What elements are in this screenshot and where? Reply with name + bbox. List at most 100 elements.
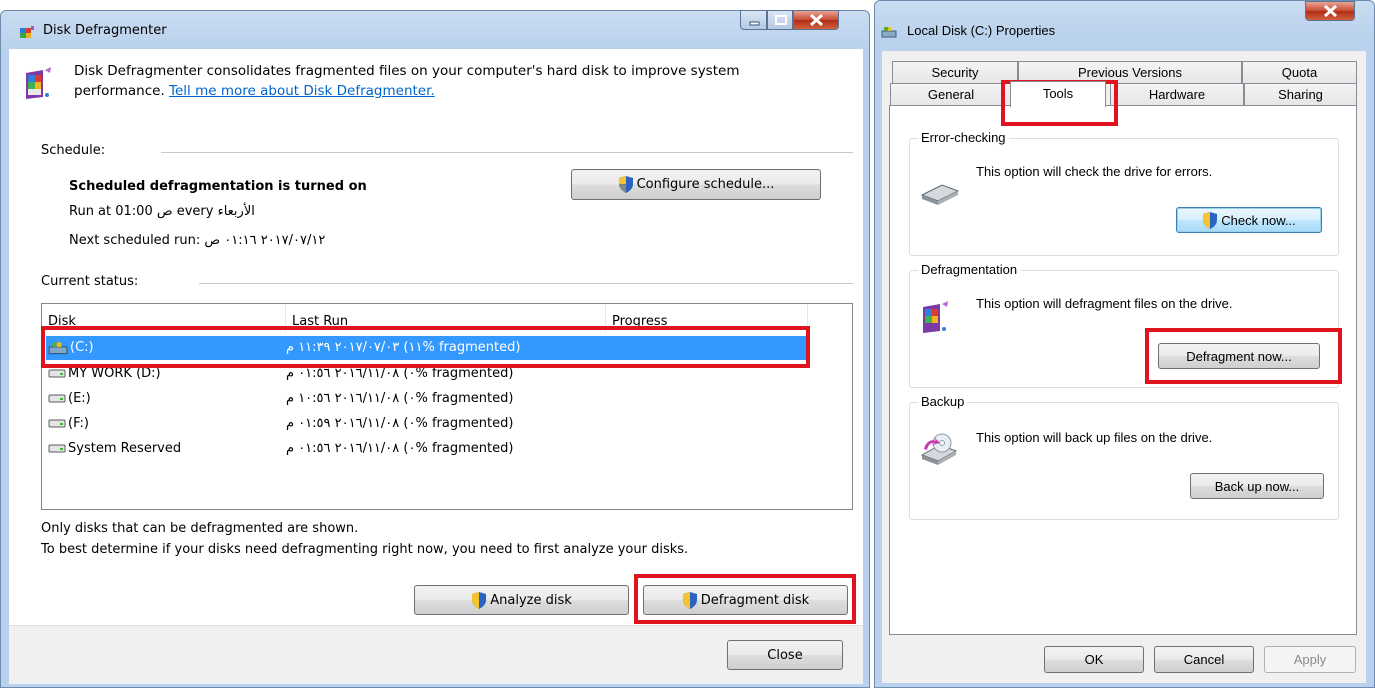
shield-icon	[1203, 211, 1218, 229]
defrag-title: Disk Defragmenter	[43, 23, 167, 38]
defragmentation-group: Defragmentation This option will defragm…	[909, 262, 1339, 388]
disk-row-d[interactable]: MY WORK (D:) ٢٠١٦/١١/٠٨ ٠١:٥٦ م (٠% frag…	[46, 362, 812, 386]
disk-name-cell: (C:)	[48, 340, 94, 355]
drive-icon	[48, 394, 66, 403]
schedule-divider	[161, 152, 853, 153]
defragmentation-title: Defragmentation	[918, 262, 1021, 277]
properties-close-button[interactable]	[1305, 1, 1355, 21]
defragment-disk-button[interactable]: Defragment disk	[643, 585, 848, 615]
disk-name-cell: System Reserved	[48, 441, 181, 456]
disk-name: (C:)	[70, 340, 94, 355]
run-at-text: Run at 01:00 ص every الأربعاء	[69, 204, 255, 219]
current-status-label: Current status:	[41, 274, 139, 289]
defrag-large-icon	[26, 67, 51, 99]
disk-last-run: ٢٠١٦/١١/٠٨ ٠١:٥٩ م (٠% fragmented)	[286, 416, 514, 431]
intro-text: Disk Defragmenter consolidates fragmente…	[74, 63, 740, 79]
ok-label: OK	[1084, 652, 1104, 667]
error-checking-title: Error-checking	[918, 130, 1009, 145]
close-button[interactable]: Close	[727, 640, 843, 670]
defragment-now-button[interactable]: Defragment now...	[1158, 343, 1320, 369]
disk-name: (E:)	[68, 391, 91, 406]
properties-window: Local Disk (C:) Properties Security Prev…	[874, 0, 1375, 688]
drive-icon	[881, 27, 897, 38]
disk-list[interactable]: Disk Last Run Progress (C:) ٢٠١٧/٠٧/٠٣ ١…	[41, 303, 853, 510]
tab-tools[interactable]: Tools	[1010, 81, 1106, 107]
tools-tab-page: Error-checking This option will check th…	[889, 105, 1357, 635]
properties-title: Local Disk (C:) Properties	[907, 23, 1056, 38]
drive-icon	[48, 369, 66, 378]
disk-row-f[interactable]: (F:) ٢٠١٦/١١/٠٨ ٠١:٥٩ م (٠% fragmented)	[46, 412, 812, 436]
properties-titlebar[interactable]: Local Disk (C:) Properties	[875, 1, 1374, 39]
ok-button[interactable]: OK	[1044, 646, 1144, 673]
column-disk[interactable]: Disk	[42, 304, 286, 332]
tab-quota[interactable]: Quota	[1242, 61, 1357, 83]
back-up-now-label: Back up now...	[1214, 478, 1300, 494]
configure-schedule-label: Configure schedule...	[636, 177, 775, 192]
defrag-app-icon	[20, 26, 34, 38]
cancel-button[interactable]: Cancel	[1154, 646, 1254, 673]
tab-general[interactable]: General	[890, 83, 1012, 105]
configure-schedule-button[interactable]: Configure schedule...	[571, 169, 821, 200]
tab-hardware[interactable]: Hardware	[1110, 83, 1244, 105]
schedule-status: Scheduled defragmentation is turned on	[69, 179, 367, 194]
analyze-disk-button[interactable]: Analyze disk	[414, 585, 629, 615]
disk-row-c[interactable]: (C:) ٢٠١٧/٠٧/٠٣ ١١:٣٩ م (١١% fragmented)	[46, 336, 809, 360]
maximize-icon	[775, 15, 787, 25]
minimize-button[interactable]	[740, 10, 767, 30]
disk-last-run: ٢٠١٧/٠٧/٠٣ ١١:٣٩ م (١١% fragmented)	[286, 340, 521, 355]
drive-icon	[48, 419, 66, 428]
disk-name-cell: (F:)	[48, 416, 89, 431]
close-window-button[interactable]	[793, 10, 839, 30]
tab-previous-versions[interactable]: Previous Versions	[1018, 61, 1242, 83]
note-defragmentable-disks: Only disks that can be defragmented are …	[41, 521, 359, 536]
error-checking-group: Error-checking This option will check th…	[909, 130, 1339, 256]
close-icon	[1323, 4, 1338, 18]
analyze-disk-label: Analyze disk	[490, 592, 572, 608]
cancel-label: Cancel	[1183, 652, 1225, 667]
minimize-icon	[749, 21, 760, 26]
back-up-now-button[interactable]: Back up now...	[1190, 473, 1324, 499]
apply-label: Apply	[1293, 652, 1327, 667]
column-progress[interactable]: Progress	[606, 304, 808, 332]
learn-more-link[interactable]: Tell me more about Disk Defragmenter.	[169, 83, 435, 99]
disk-name-cell: MY WORK (D:)	[48, 366, 161, 381]
tab-security[interactable]: Security	[892, 61, 1018, 83]
backup-text: This option will back up files on the dr…	[976, 430, 1213, 445]
defragment-disk-label: Defragment disk	[700, 592, 810, 608]
drive-icon	[48, 444, 66, 453]
backup-title: Backup	[918, 394, 968, 409]
tab-sharing[interactable]: Sharing	[1244, 83, 1357, 105]
check-now-label: Check now...	[1221, 212, 1296, 228]
schedule-label: Schedule:	[41, 143, 106, 158]
defrag-window: Disk Defragmenter Disk Defragmenter cons…	[0, 10, 870, 688]
defragment-now-label: Defragment now...	[1186, 348, 1292, 364]
disk-name: (F:)	[68, 416, 89, 431]
properties-client-area: Security Previous Versions Quota General…	[882, 51, 1366, 683]
check-now-button[interactable]: Check now...	[1176, 207, 1322, 233]
disk-row-e[interactable]: (E:) ٢٠١٦/١١/٠٨ ١٠:٥٦ م (٠% fragmented)	[46, 387, 812, 411]
shield-icon	[472, 591, 487, 609]
shield-icon	[682, 591, 697, 609]
disk-last-run: ٢٠١٦/١١/٠٨ ١٠:٥٦ م (٠% fragmented)	[286, 391, 514, 406]
disk-last-run: ٢٠١٦/١١/٠٨ ٠١:٥٦ م (٠% fragmented)	[286, 441, 514, 456]
disk-last-run: ٢٠١٦/١١/٠٨ ٠١:٥٦ م (٠% fragmented)	[286, 366, 514, 381]
maximize-button[interactable]	[767, 10, 793, 30]
shield-icon	[618, 176, 633, 193]
defrag-footer: Close	[9, 625, 863, 684]
close-button-label: Close	[767, 647, 803, 663]
defragmentation-text: This option will defragment files on the…	[976, 296, 1233, 311]
error-checking-text: This option will check the drive for err…	[976, 164, 1213, 179]
intro-text-2: performance.	[74, 83, 165, 99]
column-last-run[interactable]: Last Run	[286, 304, 606, 332]
disk-row-system-reserved[interactable]: System Reserved ٢٠١٦/١١/٠٨ ٠١:٥٦ م (٠% f…	[46, 437, 812, 461]
defrag-client-area: Disk Defragmenter consolidates fragmente…	[9, 49, 863, 684]
apply-button[interactable]: Apply	[1264, 646, 1356, 673]
intro-line-2: performance. Tell me more about Disk Def…	[74, 83, 435, 99]
disk-name-cell: (E:)	[48, 391, 91, 406]
defrag-icon	[923, 301, 948, 333]
defrag-titlebar[interactable]: Disk Defragmenter	[1, 10, 869, 49]
disk-name: MY WORK (D:)	[68, 366, 161, 381]
backup-icon	[920, 433, 958, 465]
next-run-text: Next scheduled run: ٢٠١٧/٠٧/١٢ ٠١:١٦ ص	[69, 233, 326, 248]
system-drive-icon	[48, 341, 68, 354]
